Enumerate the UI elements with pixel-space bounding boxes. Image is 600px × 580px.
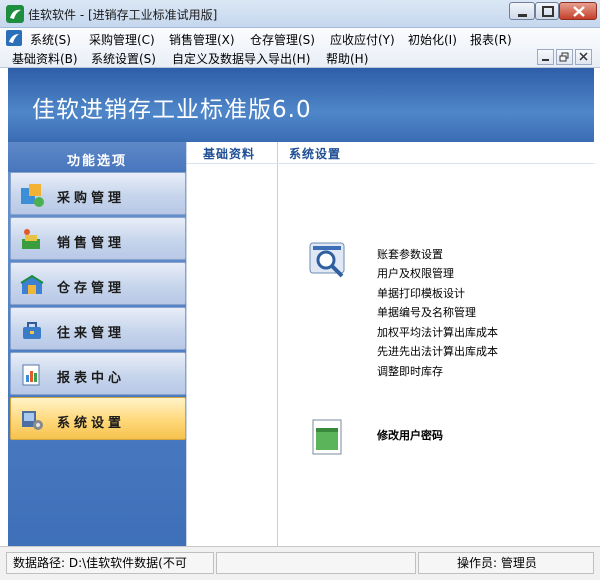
menu-basic-data[interactable]: 基础资料(B) [12, 50, 78, 67]
menu-settings[interactable]: 系统设置(S) [91, 50, 156, 67]
close-icon [573, 6, 585, 17]
mdi-minimize-button[interactable] [537, 49, 554, 65]
menu-warehouse[interactable]: 仓存管理(S) [250, 31, 315, 48]
sidebar-item-reports[interactable]: 报表中心 [10, 352, 186, 395]
menu-report[interactable]: 报表(R) [470, 31, 512, 48]
sidebar-item-label: 往来管理 [57, 326, 126, 341]
sidebar-header-label: 功能选项 [66, 154, 127, 169]
link-weighted-average-cost[interactable]: 加权平均法计算出库成本 [377, 324, 498, 340]
sidebar-item-label: 采购管理 [57, 191, 126, 206]
status-bar: 数据路径: D:\佳软软件数据(不可 操作员: 管理员 [0, 546, 600, 580]
menu-help[interactable]: 帮助(H) [326, 50, 368, 67]
function-sidebar: 功能选项 采购管理 销售管理 仓存管理 往来管理 报表中心 系统设置 [8, 142, 186, 546]
sidebar-item-label: 仓存管理 [57, 281, 126, 296]
close-icon [579, 52, 588, 61]
menu-sales[interactable]: 销售管理(X) [169, 31, 235, 48]
minimize-icon [542, 59, 549, 61]
column-divider [277, 142, 278, 546]
menu-bar: 系统(S) 采购管理(C) 销售管理(X) 仓存管理(S) 应收应付(Y) 初始… [0, 28, 600, 68]
mdi-close-button[interactable] [575, 49, 592, 65]
report-icon [22, 364, 40, 386]
content-tabs: 基础资料 系统设置 [187, 142, 595, 162]
sidebar-item-purchase[interactable]: 采购管理 [10, 172, 186, 215]
sidebar-item-warehouse[interactable]: 仓存管理 [10, 262, 186, 305]
sidebar-item-label: 销售管理 [57, 236, 126, 251]
sidebar-item-settings[interactable]: 系统设置 [10, 397, 186, 440]
link-fifo-cost[interactable]: 先进先出法计算出库成本 [377, 343, 498, 359]
restore-icon [559, 52, 569, 62]
minimize-icon [518, 14, 527, 17]
link-change-password[interactable]: 修改用户密码 [377, 427, 443, 443]
maximize-button[interactable] [535, 2, 559, 20]
menu-app-icon [6, 30, 22, 46]
app-banner: 佳软进销存工业标准版6.0 [8, 68, 594, 142]
tabs-divider [187, 163, 595, 164]
link-print-template[interactable]: 单据打印模板设计 [377, 285, 465, 301]
settings-icon [22, 411, 43, 430]
menu-custom-import-export[interactable]: 自定义及数据导入导出(H) [172, 50, 310, 67]
tab-system-settings[interactable]: 系统设置 [289, 145, 341, 162]
sidebar-header: 功能选项 [8, 142, 186, 172]
menu-init[interactable]: 初始化(I) [408, 31, 457, 48]
title-bar: 佳软软件 - [进销存工业标准试用版] [0, 0, 600, 28]
sidebar-item-label: 报表中心 [57, 371, 126, 386]
content-area: 基础资料 系统设置 账套参数设置 用户及权限管理 单据打印模板设计 单据编号及名… [186, 142, 595, 546]
sidebar-item-sales[interactable]: 销售管理 [10, 217, 186, 260]
status-data-path: 数据路径: D:\佳软软件数据(不可 [6, 552, 214, 574]
menu-receivable[interactable]: 应收应付(Y) [330, 31, 395, 48]
app-logo-icon [6, 5, 24, 23]
menu-purchase[interactable]: 采购管理(C) [89, 31, 155, 48]
minimize-button[interactable] [509, 2, 535, 20]
status-operator: 操作员: 管理员 [418, 552, 594, 574]
link-adjust-inventory[interactable]: 调整即时库存 [377, 363, 443, 379]
sales-icon [22, 229, 40, 249]
link-user-permissions[interactable]: 用户及权限管理 [377, 265, 454, 281]
maximize-icon [542, 6, 554, 17]
link-account-params[interactable]: 账套参数设置 [377, 246, 443, 262]
mdi-restore-button[interactable] [556, 49, 573, 65]
password-document-icon [312, 419, 342, 455]
status-empty-cell [216, 552, 416, 574]
link-doc-numbering[interactable]: 单据编号及名称管理 [377, 304, 476, 320]
close-button[interactable] [559, 2, 597, 20]
window-title: 佳软软件 - [进销存工业标准试用版] [28, 8, 218, 22]
contacts-icon [23, 322, 41, 339]
warehouse-icon [20, 274, 44, 294]
purchase-icon [21, 184, 44, 207]
tab-basic-data[interactable]: 基础资料 [203, 145, 255, 162]
menu-system[interactable]: 系统(S) [30, 31, 71, 48]
settings-search-icon [309, 242, 345, 278]
sidebar-item-label: 系统设置 [57, 416, 126, 431]
banner-title: 佳软进销存工业标准版6.0 [32, 97, 312, 123]
sidebar-item-contacts[interactable]: 往来管理 [10, 307, 186, 350]
